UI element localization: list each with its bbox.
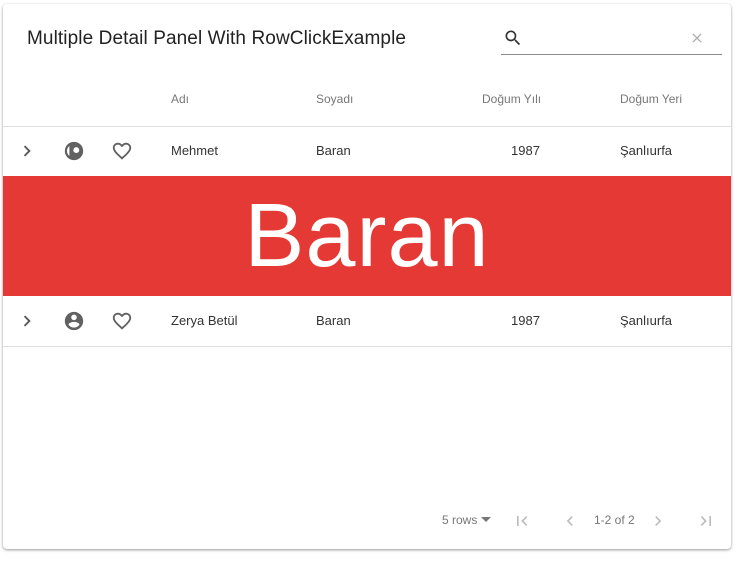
table-row[interactable]: Zerya Betül Baran 1987 Şanlıurfa xyxy=(3,297,731,347)
table-header-row: Adı Soyadı Doğum Yılı Doğum Yeri xyxy=(3,74,731,127)
cell-last-name: Baran xyxy=(316,313,351,328)
heart-outline-icon[interactable] xyxy=(111,310,133,332)
caret-down-icon xyxy=(481,517,492,523)
cell-last-name: Baran xyxy=(316,143,351,158)
pagination-info: 1-2 of 2 xyxy=(594,513,635,527)
search-icon xyxy=(505,30,521,46)
column-header-birth-place[interactable]: Doğum Yeri xyxy=(620,92,682,106)
table-title: Multiple Detail Panel With RowClickExamp… xyxy=(27,28,407,49)
account-circle-icon[interactable] xyxy=(63,310,85,332)
cell-birth-year: 1987 xyxy=(511,313,540,328)
chevron-left-icon[interactable] xyxy=(560,511,580,531)
cell-first-name: Zerya Betül xyxy=(171,313,238,328)
search-box[interactable] xyxy=(501,24,722,55)
column-header-first-name[interactable]: Adı xyxy=(171,92,189,106)
chevron-right-icon[interactable] xyxy=(16,140,38,162)
rows-per-page-label: 5 rows xyxy=(442,513,478,527)
pagination-bar: 5 rows 1-2 of 2 xyxy=(3,504,731,538)
close-icon[interactable] xyxy=(689,30,705,46)
column-header-birth-year[interactable]: Doğum Yılı xyxy=(482,92,541,106)
chevron-right-icon[interactable] xyxy=(16,310,38,332)
chevron-right-icon[interactable] xyxy=(648,511,668,531)
last-page-icon[interactable] xyxy=(696,511,716,531)
table-card: Multiple Detail Panel With RowClickExamp… xyxy=(3,4,731,549)
account-circle-half-icon[interactable] xyxy=(63,140,85,162)
cell-birth-year: 1987 xyxy=(511,143,540,158)
table-row[interactable]: Mehmet Baran 1987 Şanlıurfa xyxy=(3,127,731,176)
cell-first-name: Mehmet xyxy=(171,143,218,158)
detail-panel: Baran xyxy=(3,176,731,296)
heart-outline-icon[interactable] xyxy=(111,140,133,162)
first-page-icon[interactable] xyxy=(512,511,532,531)
search-input[interactable] xyxy=(531,27,685,51)
column-header-last-name[interactable]: Soyadı xyxy=(316,92,353,106)
cell-birth-place: Şanlıurfa xyxy=(620,313,673,328)
rows-per-page-select[interactable]: 5 rows xyxy=(442,513,492,527)
cell-birth-place: Şanlıurfa xyxy=(620,143,673,158)
toolbar: Multiple Detail Panel With RowClickExamp… xyxy=(3,4,731,74)
